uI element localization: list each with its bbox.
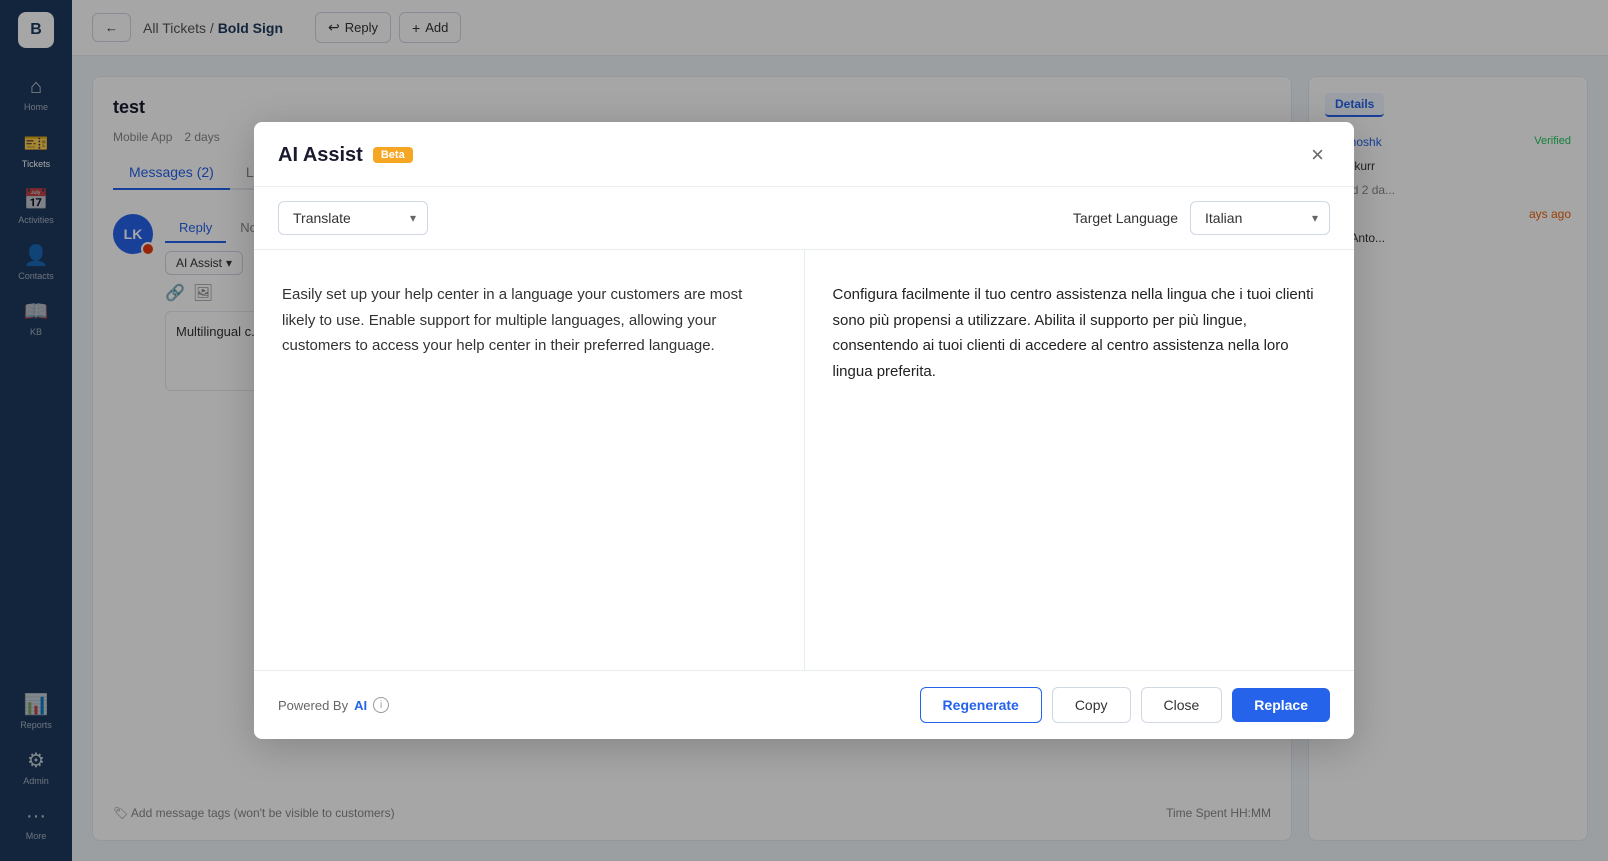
copy-button[interactable]: Copy: [1052, 687, 1131, 723]
modal-content: Easily set up your help center in a lang…: [254, 250, 1354, 670]
action-select[interactable]: Translate Summarize Improve Writing Fix …: [278, 201, 428, 235]
replace-button[interactable]: Replace: [1232, 688, 1330, 722]
close-button[interactable]: Close: [1141, 687, 1223, 723]
beta-badge: Beta: [373, 147, 413, 163]
modal-title: AI Assist: [278, 144, 363, 167]
original-text-panel: Easily set up your help center in a lang…: [254, 250, 805, 670]
close-icon: ×: [1311, 142, 1324, 167]
modal-title-row: AI Assist Beta: [278, 144, 413, 167]
powered-by-label: Powered By: [278, 698, 348, 713]
modal-header: AI Assist Beta ×: [254, 122, 1354, 187]
lang-select-wrapper: Italian Spanish French German Portuguese…: [1190, 201, 1330, 235]
target-lang-row: Target Language Italian Spanish French G…: [1073, 201, 1330, 235]
info-icon[interactable]: i: [373, 697, 389, 713]
modal-toolbar: Translate Summarize Improve Writing Fix …: [254, 187, 1354, 250]
translated-text: Configura facilmente il tuo centro assis…: [833, 282, 1327, 384]
action-select-wrapper: Translate Summarize Improve Writing Fix …: [278, 201, 428, 235]
footer-buttons: Regenerate Copy Close Replace: [920, 687, 1330, 723]
translated-text-panel: Configura facilmente il tuo centro assis…: [805, 250, 1355, 670]
modal-footer: Powered By AI i Regenerate Copy Close Re…: [254, 670, 1354, 739]
original-text: Easily set up your help center in a lang…: [282, 282, 776, 359]
modal-close-button[interactable]: ×: [1305, 140, 1330, 170]
modal-overlay: AI Assist Beta × Translate Summarize Imp…: [0, 0, 1608, 861]
target-lang-label: Target Language: [1073, 210, 1178, 226]
powered-by: Powered By AI i: [278, 697, 389, 713]
ai-assist-modal: AI Assist Beta × Translate Summarize Imp…: [254, 122, 1354, 739]
powered-by-ai: AI: [354, 698, 367, 713]
regenerate-button[interactable]: Regenerate: [920, 687, 1042, 723]
lang-select[interactable]: Italian Spanish French German Portuguese…: [1190, 201, 1330, 235]
